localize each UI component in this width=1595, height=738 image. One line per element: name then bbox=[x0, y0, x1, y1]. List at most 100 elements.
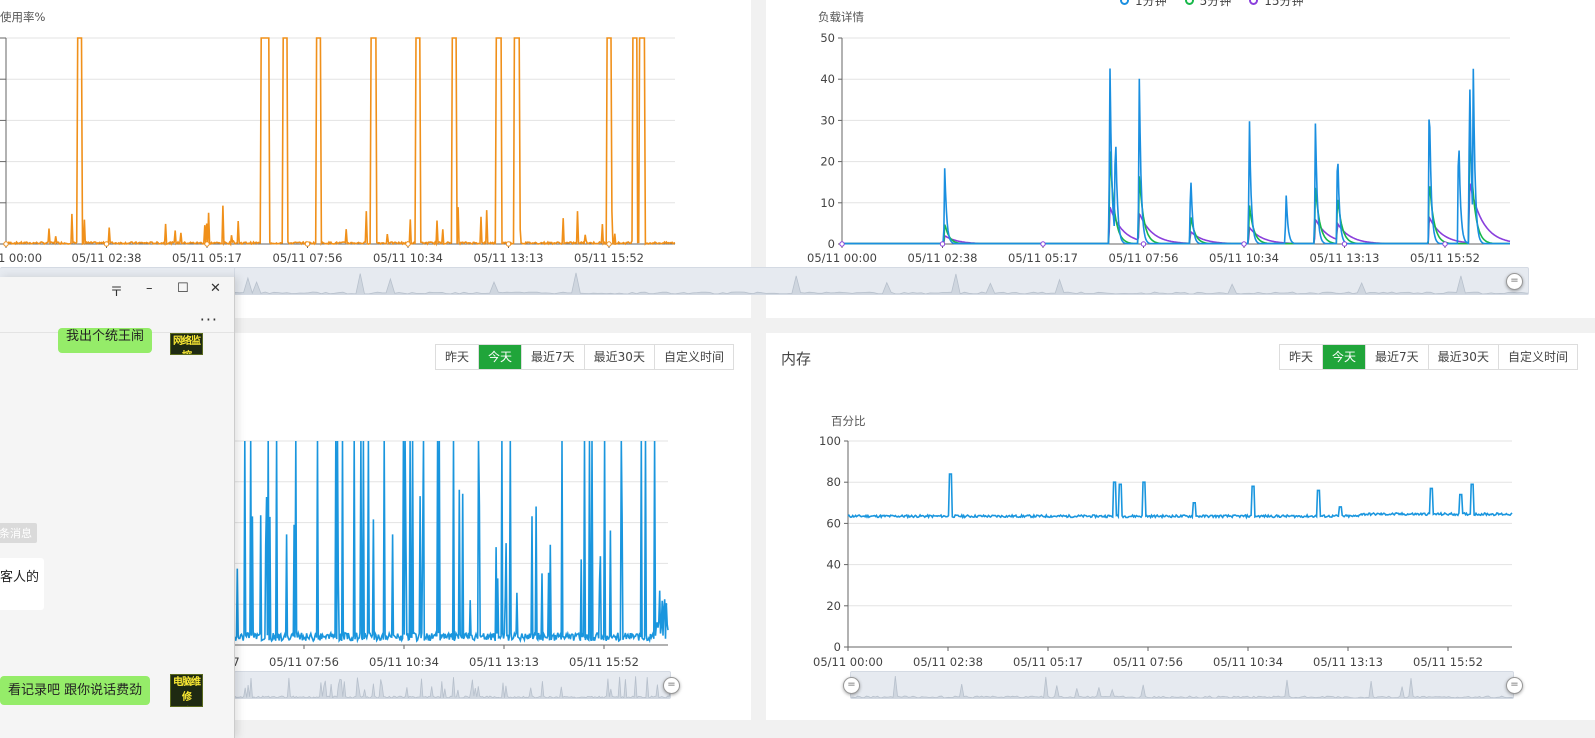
chat-message-in[interactable]: 客人的 bbox=[0, 558, 44, 610]
y-tick-label: 40 bbox=[820, 72, 835, 86]
y-axis-label: 使用率% bbox=[0, 10, 45, 24]
y-axis-label: 百分比 bbox=[831, 414, 866, 428]
x-tick-label: 05/11 10:34 bbox=[1209, 251, 1279, 265]
system-tip: 条消息 bbox=[0, 523, 37, 543]
legend-label: 1分钟 bbox=[1135, 0, 1167, 8]
data-point bbox=[606, 241, 612, 247]
maximize-icon[interactable]: ☐ bbox=[177, 281, 189, 296]
data-point bbox=[505, 241, 512, 247]
system-tip-text: 条消息 bbox=[0, 527, 32, 540]
data-point bbox=[204, 241, 210, 247]
y-axis-label: 负载详情 bbox=[818, 10, 864, 24]
circle-icon bbox=[1120, 0, 1129, 5]
y-tick-label: 0 bbox=[828, 237, 835, 251]
chat-window: 〒 – ☐ ✕ ··· 我出个统王闹 网络监控 条消息 客人的 看记录吧 跟你说… bbox=[0, 277, 235, 738]
memory-chart: 百分比 0 20 40 60 80 100 05/11 00:00 05/11 02:38 05/… bbox=[813, 414, 1513, 669]
y-tick-label: 20 bbox=[826, 599, 841, 613]
y-tick-label: 60 bbox=[826, 516, 841, 530]
load-zoom-preview bbox=[235, 272, 1528, 294]
x-tick-label: 05/11 13:13 bbox=[469, 655, 539, 669]
x-tick-label: 05/11 10:34 bbox=[1213, 655, 1283, 669]
data-point bbox=[939, 241, 946, 247]
memory-zoom-handle-left[interactable]: = bbox=[843, 677, 860, 694]
avatar[interactable]: 网络监控 bbox=[170, 333, 203, 355]
x-tick-label: 1 00:00 bbox=[0, 251, 42, 265]
circle-icon bbox=[1184, 0, 1194, 5]
load-zoom-handle-right[interactable]: = bbox=[1506, 273, 1523, 290]
minimize-icon[interactable]: – bbox=[146, 281, 153, 296]
memory-zoom-handle-right[interactable]: = bbox=[1506, 677, 1523, 694]
zoom-preview-area bbox=[235, 676, 670, 698]
bandwidth-zoom-handle-right[interactable]: = bbox=[663, 677, 680, 694]
bandwidth-zoom-preview bbox=[235, 676, 670, 698]
close-icon[interactable]: ✕ bbox=[210, 281, 221, 296]
y-tick-label: 20 bbox=[820, 155, 835, 169]
memory-series-line bbox=[847, 473, 1513, 520]
data-point bbox=[1140, 241, 1147, 247]
x-tick-label: 05/11 00:00 bbox=[813, 655, 883, 669]
load-series-line-1 bbox=[842, 136, 1510, 245]
y-tick-label: 40 bbox=[826, 558, 841, 572]
memory-zoom-preview bbox=[851, 676, 1513, 698]
memory-zoom-slider[interactable] bbox=[850, 671, 1514, 699]
y-tick-label: 80 bbox=[826, 475, 841, 489]
bandwidth-zoom-slider[interactable] bbox=[234, 671, 671, 699]
data-point bbox=[1442, 241, 1448, 247]
memory-panel: 内存 昨天 今天 最近7天 最近30天 自定义时间 百分比 0 20 40 60 80 10… bbox=[766, 333, 1595, 720]
x-tick-label: 05/11 02:38 bbox=[908, 251, 978, 265]
x-tick-label: 05/11 07:56 bbox=[269, 655, 339, 669]
legend-item-5min[interactable]: 5分钟 bbox=[1184, 0, 1232, 9]
x-tick-label: 05/11 02:38 bbox=[913, 655, 983, 669]
x-tick-label: 05/11 07:56 bbox=[1109, 251, 1179, 265]
data-point bbox=[839, 241, 845, 247]
load-zoom-slider[interactable] bbox=[234, 267, 1529, 295]
legend-item-1min[interactable]: 1分钟 bbox=[1120, 0, 1167, 9]
data-point bbox=[3, 241, 9, 247]
cpu-series-line bbox=[5, 37, 676, 247]
load-series-line-2 bbox=[842, 183, 1511, 245]
avatar-text: 网络监控 bbox=[173, 336, 201, 354]
x-tick-label: 05/11 05:17 bbox=[1008, 251, 1078, 265]
zoom-preview-area bbox=[851, 676, 1513, 698]
x-tick-label: 05/11 15:52 bbox=[569, 655, 639, 669]
message-text: 我出个统王闹 bbox=[66, 329, 145, 344]
x-tick-label: 05/11 15:52 bbox=[1413, 655, 1483, 669]
circle-icon bbox=[1249, 0, 1259, 5]
chat-titlebar[interactable]: 〒 – ☐ ✕ bbox=[0, 277, 234, 305]
x-tick-label: 05/11 05:17 bbox=[1013, 655, 1083, 669]
x-tick-label: 05/11 13:13 bbox=[1310, 251, 1380, 265]
y-tick-label: 10 bbox=[820, 196, 835, 210]
y-tick-label: 50 bbox=[820, 31, 835, 45]
bandwidth-series-line bbox=[233, 440, 669, 644]
x-tick-label: 05/11 02:38 bbox=[72, 251, 142, 265]
data-point bbox=[1040, 241, 1046, 247]
y-tick-label: 0 bbox=[834, 640, 841, 654]
x-tick-label: 05/11 13:13 bbox=[474, 251, 544, 265]
load-legend: 1分钟 5分钟 15分钟 bbox=[1120, 0, 1304, 9]
avatar[interactable]: 电脑维修 网络监控 bbox=[170, 674, 203, 707]
load-series-line-0 bbox=[842, 68, 1510, 245]
data-point bbox=[103, 241, 110, 247]
x-tick-label: 05/11 15:52 bbox=[574, 251, 644, 265]
x-tick-label: 05/11 10:34 bbox=[369, 655, 439, 669]
x-tick-label: 05/11 10:34 bbox=[373, 251, 443, 265]
message-text: 看记录吧 跟你说话费劲 bbox=[8, 683, 143, 698]
avatar-text: 网络监控 bbox=[171, 705, 202, 706]
legend-label: 5分钟 bbox=[1199, 0, 1232, 8]
x-tick-label: 05/11 05:17 bbox=[172, 251, 242, 265]
x-tick-label: 05/11 00:00 bbox=[807, 251, 877, 265]
x-tick-label: 05/11 07:56 bbox=[273, 251, 343, 265]
more-options-icon[interactable]: ··· bbox=[200, 310, 218, 329]
zoom-preview-area bbox=[235, 272, 1528, 294]
y-tick-label: 100 bbox=[819, 434, 841, 448]
data-point bbox=[304, 241, 311, 247]
data-point bbox=[405, 241, 411, 247]
data-point bbox=[1341, 241, 1348, 247]
chat-message-out[interactable]: 我出个统王闹 bbox=[58, 328, 153, 353]
y-tick-label: 30 bbox=[820, 113, 835, 127]
avatar-text: 电脑维修 bbox=[173, 677, 201, 703]
x-tick-label: 05/11 15:52 bbox=[1410, 251, 1480, 265]
pin-icon[interactable]: 〒 bbox=[110, 281, 123, 300]
legend-item-15min[interactable]: 15分钟 bbox=[1249, 0, 1304, 9]
chat-message-out[interactable]: 看记录吧 跟你说话费劲 bbox=[0, 676, 151, 705]
